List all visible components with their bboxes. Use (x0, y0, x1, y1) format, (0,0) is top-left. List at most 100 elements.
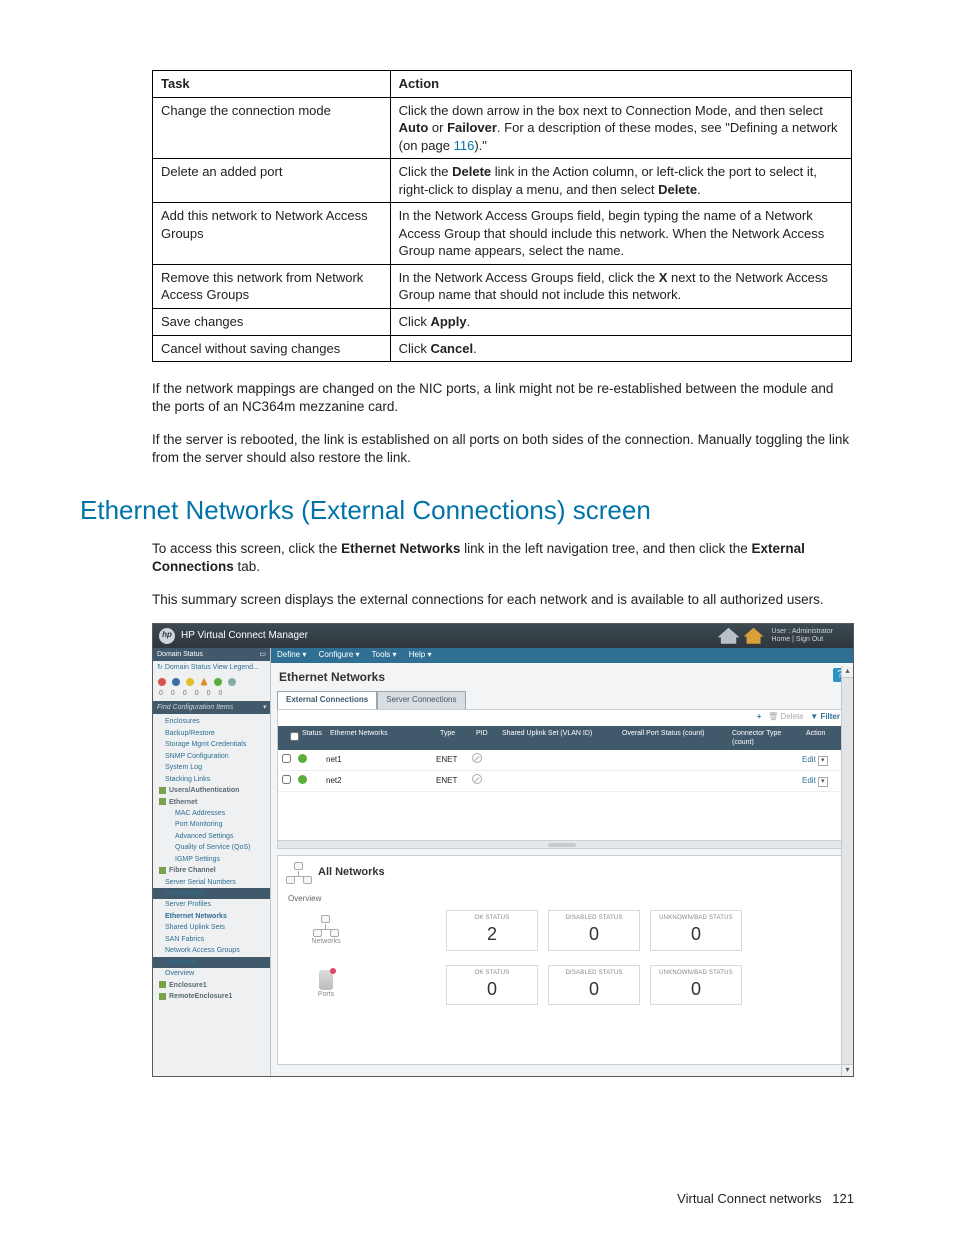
edit-link[interactable]: Edit (802, 755, 816, 764)
row-checkbox[interactable] (282, 775, 291, 784)
body-paragraph: To access this screen, click the Etherne… (152, 540, 854, 576)
screenshot-embed: hp HP Virtual Connect Manager User : Adm… (152, 623, 854, 1077)
domain-status-header[interactable]: Domain Status▭ (153, 648, 270, 661)
network-icon (286, 862, 312, 884)
status-ok-icon (214, 678, 222, 686)
task-action-table: Task Action Change the connection mode C… (152, 70, 852, 362)
all-networks-title: All Networks (286, 862, 838, 884)
nav-item[interactable]: System Log (153, 762, 270, 773)
nav-item[interactable]: Server Serial Numbers (153, 877, 270, 888)
menu-help[interactable]: Help ▾ (409, 650, 432, 659)
table-row: Cancel without saving changes Click Canc… (153, 335, 852, 362)
nav-item[interactable]: Enclosure1 (153, 980, 270, 991)
stat-ports-ok: OK STATUS0 (446, 965, 538, 1005)
row-checkbox[interactable] (282, 754, 291, 763)
status-minor-icon (186, 678, 194, 686)
grid-row[interactable]: net1ENETEdit▾ (278, 750, 846, 771)
nav-item[interactable]: Ethernet (153, 797, 270, 808)
menu-bar[interactable]: Define ▾ Configure ▾ Tools ▾ Help ▾ (271, 648, 853, 663)
app-title: HP Virtual Connect Manager (181, 629, 308, 643)
left-nav-pane: Domain Status▭ ↻ Domain Status View Lege… (153, 648, 271, 1076)
networks-grid-panel: + 🗑 Delete ▼ Filter Status Ethernet Netw… (277, 709, 847, 849)
stat-networks-ok: OK STATUS2 (446, 910, 538, 950)
nav-item[interactable]: SNMP Configuration (153, 751, 270, 762)
pid-none-icon (472, 753, 482, 763)
edit-link[interactable]: Edit (802, 776, 816, 785)
stat-ports-disabled: DISABLED STATUS0 (548, 965, 640, 1005)
grid-header: Status Ethernet Networks Type PID Shared… (278, 726, 846, 751)
nav-item[interactable]: Hardware (153, 957, 270, 968)
table-row: Save changes Click Apply. (153, 309, 852, 336)
overview-label: Overview (288, 894, 838, 905)
home-signout-links[interactable]: Home | Sign Out (772, 636, 833, 644)
scroll-up-icon[interactable]: ▴ (842, 666, 853, 678)
all-networks-panel: All Networks Overview Networks OK STATUS… (277, 855, 847, 1065)
stat-ports-unknown: UNKNOWN/BAD STATUS0 (650, 965, 742, 1005)
body-paragraph: This summary screen displays the externa… (152, 591, 854, 609)
menu-configure[interactable]: Configure ▾ (319, 650, 360, 659)
panel-splitter[interactable] (278, 840, 846, 848)
networks-icon (313, 915, 339, 937)
tab-server-connections[interactable]: Server Connections (377, 691, 465, 709)
status-ok-icon (298, 754, 307, 763)
status-unknown-icon (228, 678, 236, 686)
pid-none-icon (472, 774, 482, 784)
grid-toolbar: + 🗑 Delete ▼ Filter (757, 712, 840, 723)
add-button[interactable]: + (757, 712, 762, 721)
section-heading: Ethernet Networks (External Connections)… (80, 493, 874, 528)
nav-item[interactable]: Ethernet Networks (153, 911, 270, 922)
menu-define[interactable]: Define ▾ (277, 650, 306, 659)
stat-networks-disabled: DISABLED STATUS0 (548, 910, 640, 950)
page-title: Ethernet Networks (271, 663, 853, 691)
row-menu-icon[interactable]: ▾ (818, 756, 828, 766)
nav-item[interactable]: Enclosures (153, 716, 270, 727)
main-pane: Define ▾ Configure ▾ Tools ▾ Help ▾ Ethe… (271, 648, 853, 1076)
table-row: Change the connection mode Click the dow… (153, 97, 852, 159)
app-titlebar: hp HP Virtual Connect Manager User : Adm… (153, 624, 853, 648)
status-warning-icon (200, 678, 208, 686)
tab-external-connections[interactable]: External Connections (277, 691, 377, 709)
page-link[interactable]: 116 (454, 138, 475, 153)
table-row: Remove this network from Network Access … (153, 264, 852, 308)
nav-item[interactable]: Server Profiles (153, 899, 270, 910)
scroll-down-icon[interactable]: ▾ (842, 1064, 853, 1076)
nav-item[interactable]: Shared Uplink Sets (153, 922, 270, 933)
nav-item[interactable]: Users/Authentication (153, 785, 270, 796)
body-paragraph: If the network mappings are changed on t… (152, 380, 854, 416)
status-info-icon (172, 678, 180, 686)
nav-item[interactable]: Stacking Links (153, 774, 270, 785)
nav-item[interactable]: Backup/Restore (153, 728, 270, 739)
menu-tools[interactable]: Tools ▾ (372, 650, 397, 659)
nav-item[interactable]: Advanced Settings (153, 831, 270, 842)
nav-item[interactable]: Storage Mgmt Credentials (153, 739, 270, 750)
status-ok-icon (298, 775, 307, 784)
grid-row[interactable]: net2ENETEdit▾ (278, 771, 846, 792)
nav-item[interactable]: Port Monitoring (153, 819, 270, 830)
status-icons (153, 675, 270, 689)
nav-item[interactable]: IGMP Settings (153, 854, 270, 865)
domain-status-line[interactable]: ↻ Domain Status View Legend... (153, 661, 270, 674)
delete-button[interactable]: 🗑 Delete (768, 712, 804, 721)
nav-item[interactable]: Overview (153, 968, 270, 979)
nav-item[interactable]: SAN Fabrics (153, 934, 270, 945)
vertical-scrollbar[interactable]: ▴ ▾ (841, 666, 853, 1076)
home-icon[interactable] (744, 628, 764, 644)
user-block: User : Administrator Home | Sign Out (772, 628, 833, 643)
nav-item[interactable]: MAC Addresses (153, 808, 270, 819)
nav-item[interactable]: Fibre Channel (153, 865, 270, 876)
th-task: Task (153, 71, 391, 98)
nav-item[interactable]: Network Access Groups (153, 945, 270, 956)
hp-logo-icon: hp (159, 628, 175, 644)
config-search[interactable]: Find Configuration Items ▾ (153, 701, 270, 714)
nav-item[interactable]: Connections (153, 888, 270, 899)
tab-strip: External Connections Server Connections (277, 691, 853, 709)
nav-item[interactable]: Quality of Service (QoS) (153, 842, 270, 853)
roof-icon (718, 628, 740, 644)
row-menu-icon[interactable]: ▾ (818, 777, 828, 787)
stat-networks-unknown: UNKNOWN/BAD STATUS0 (650, 910, 742, 950)
body-paragraph: If the server is rebooted, the link is e… (152, 431, 854, 467)
table-row: Delete an added port Click the Delete li… (153, 159, 852, 203)
nav-item[interactable]: RemoteEnclosure1 (153, 991, 270, 1002)
status-critical-icon (158, 678, 166, 686)
filter-button[interactable]: ▼ Filter (810, 712, 840, 721)
